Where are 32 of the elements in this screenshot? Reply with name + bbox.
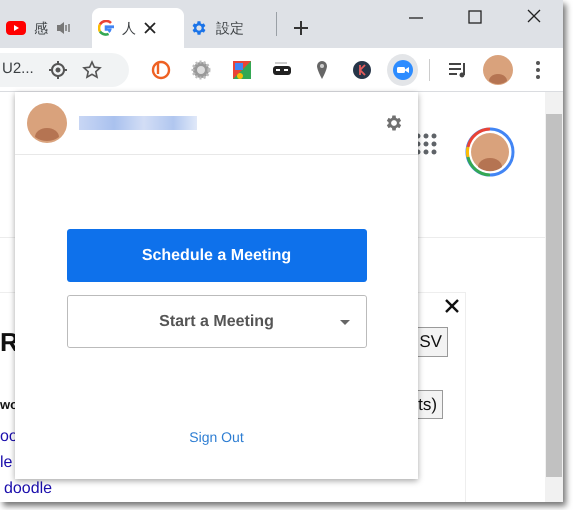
new-tab-icon[interactable] bbox=[293, 20, 309, 36]
start-meeting-button[interactable]: Start a Meeting bbox=[66, 295, 366, 348]
tab[interactable]: 設定 bbox=[184, 8, 276, 48]
menu-icon[interactable] bbox=[535, 60, 542, 80]
speaker-icon[interactable] bbox=[56, 21, 72, 35]
location-icon[interactable] bbox=[48, 60, 68, 80]
address-text[interactable]: U2... bbox=[2, 58, 34, 81]
caret-icon[interactable] bbox=[340, 320, 350, 325]
settings-icon bbox=[190, 19, 208, 37]
close-icon[interactable] bbox=[445, 299, 459, 314]
schedule-button[interactable]: Schedule a Meeting bbox=[66, 229, 366, 282]
colored-tiles-icon[interactable] bbox=[230, 58, 253, 80]
profile-avatar[interactable] bbox=[483, 54, 514, 84]
account-avatar[interactable] bbox=[465, 127, 515, 177]
letter-k-icon[interactable] bbox=[351, 58, 374, 80]
tab-title: 設定 bbox=[216, 18, 244, 38]
google-icon bbox=[98, 20, 114, 36]
user-avatar bbox=[27, 103, 67, 143]
link[interactable]: doodle bbox=[0, 476, 52, 502]
settings-icon[interactable] bbox=[384, 113, 404, 133]
tab-title: 人 bbox=[122, 18, 136, 38]
close-icon[interactable] bbox=[144, 22, 156, 34]
tab-title: 感 bbox=[34, 18, 48, 38]
youtube-icon bbox=[6, 21, 26, 35]
tab[interactable]: 感 bbox=[0, 8, 92, 48]
link[interactable]: le bbox=[0, 450, 12, 476]
tab[interactable]: 人 bbox=[92, 8, 184, 48]
gear-icon[interactable] bbox=[190, 58, 212, 80]
sign-out-link[interactable]: Sign Out bbox=[189, 427, 244, 448]
star-icon[interactable] bbox=[82, 60, 102, 80]
video-camera-icon[interactable] bbox=[392, 58, 414, 80]
scrollbar-thumb[interactable] bbox=[546, 114, 562, 477]
